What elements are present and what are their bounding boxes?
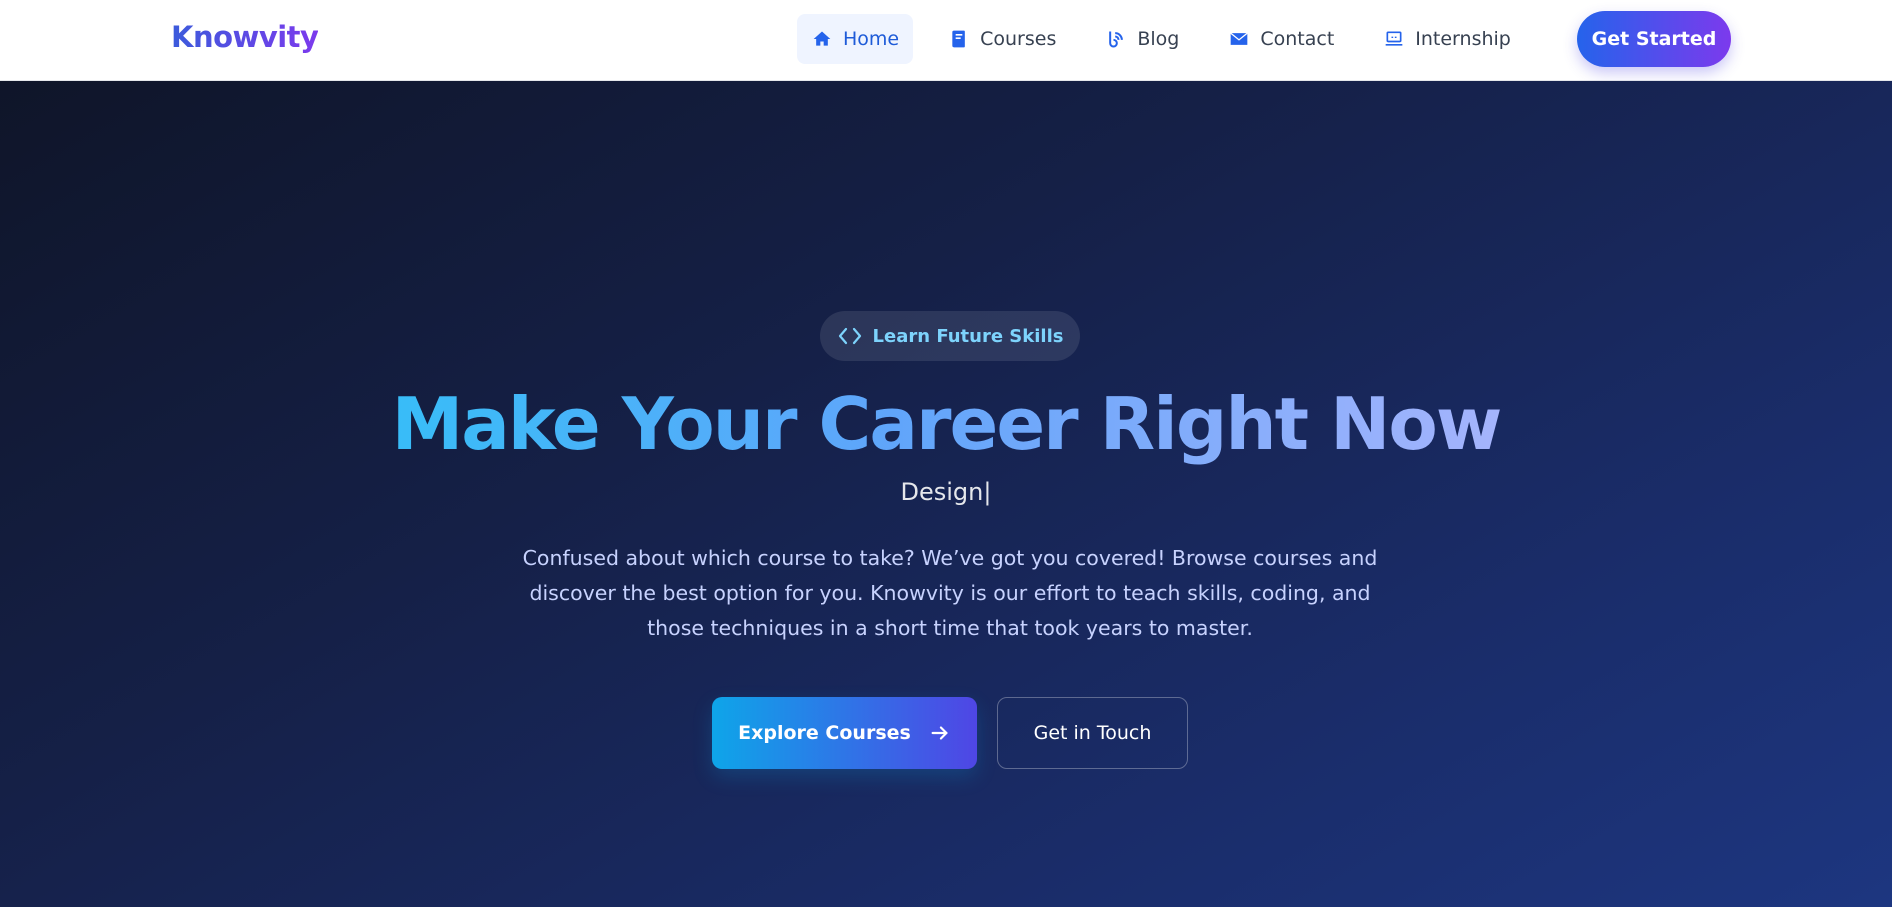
brand-logo[interactable]: Knowvity — [171, 20, 319, 54]
nav-item-label: Blog — [1137, 28, 1180, 50]
code-icon — [837, 325, 863, 347]
nav-item-label: Internship — [1415, 28, 1511, 50]
explore-courses-button[interactable]: Explore Courses — [712, 697, 977, 769]
laptop-icon — [1383, 28, 1405, 50]
nav-item-internship[interactable]: Internship — [1369, 14, 1525, 64]
envelope-icon — [1228, 28, 1250, 50]
nav-item-contact[interactable]: Contact — [1214, 14, 1348, 64]
hero-description: Confused about which course to take? We’… — [522, 546, 1378, 640]
badge-label: Learn Future Skills — [872, 325, 1064, 347]
nav-item-courses[interactable]: Courses — [934, 14, 1070, 64]
nav-item-blog[interactable]: Blog — [1091, 14, 1193, 64]
get-started-button[interactable]: Get Started — [1577, 11, 1731, 67]
typed-text: Design| — [900, 478, 992, 506]
nav-item-label: Courses — [980, 28, 1057, 50]
book-icon — [948, 28, 970, 50]
hero-section: Learn Future Skills Make Your Career Rig… — [0, 81, 1892, 907]
hero-headline-text: Make Your Career Right Now — [391, 382, 1503, 466]
blog-icon — [1105, 28, 1127, 50]
explore-courses-label: Explore Courses — [738, 722, 911, 744]
main-nav: Home Courses Blog Contact Internship — [797, 14, 1546, 64]
nav-item-home[interactable]: Home — [797, 14, 914, 64]
nav-item-label: Contact — [1260, 28, 1335, 50]
get-in-touch-button[interactable]: Get in Touch — [997, 697, 1188, 769]
home-icon — [811, 28, 833, 50]
arrow-right-icon — [929, 722, 951, 744]
learn-future-skills-badge: Learn Future Skills — [820, 311, 1080, 361]
top-navbar: Knowvity Home Courses Blog Contact Inter… — [0, 0, 1892, 81]
hero-headline: Make Your Career Right Now — [0, 381, 1892, 467]
nav-item-label: Home — [843, 28, 900, 50]
